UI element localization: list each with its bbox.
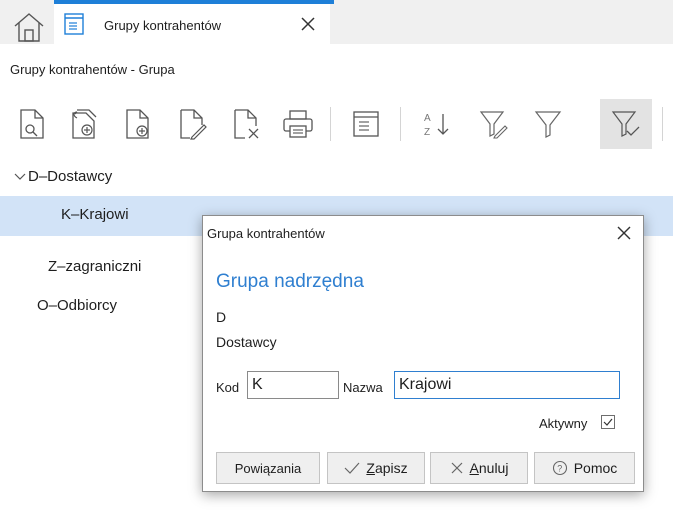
print-button[interactable]	[278, 99, 318, 149]
preview-button[interactable]	[12, 99, 52, 149]
filter-edit-icon	[479, 111, 508, 139]
save-button[interactable]: Zapisz	[327, 452, 425, 484]
home-icon	[14, 13, 44, 42]
filter-active-button[interactable]	[600, 99, 652, 149]
name-input[interactable]	[394, 371, 620, 399]
document-add-icon	[126, 109, 149, 139]
copy-button[interactable]	[64, 99, 104, 149]
printer-icon	[283, 110, 313, 138]
tab-grupy-kontrahentow[interactable]: Grupy kontrahentów	[54, 4, 330, 44]
dialog-close-button[interactable]	[613, 222, 635, 244]
cancel-mnemonic: A	[469, 460, 479, 476]
document-edit-icon	[180, 109, 207, 140]
chevron-down-icon	[14, 173, 26, 180]
add-button[interactable]	[118, 99, 158, 149]
tab-bar: Grupy kontrahentów	[0, 0, 673, 44]
page-subtitle: Grupy kontrahentów - Grupa	[10, 62, 175, 77]
tab-close-button[interactable]	[294, 10, 322, 38]
svg-text:Z: Z	[424, 127, 430, 138]
cancel-button[interactable]: Anuluj	[430, 452, 528, 484]
save-mnemonic: Z	[366, 460, 375, 476]
home-button[interactable]	[12, 10, 46, 44]
help-button-label: Pomoc	[573, 460, 618, 476]
dialog-title: Grupa kontrahentów	[207, 226, 325, 241]
document-list-icon	[64, 13, 84, 35]
filter-button[interactable]	[528, 99, 568, 149]
parent-group-name: Dostawcy	[216, 334, 277, 350]
tree-item-label: K–Krajowi	[61, 206, 129, 223]
toolbar: A Z	[0, 95, 673, 153]
svg-text:?: ?	[557, 464, 562, 474]
tab-label: Grupy kontrahentów	[104, 18, 222, 33]
filter-edit-button[interactable]	[474, 99, 514, 149]
tree-item-label: Z–zagraniczni	[48, 258, 142, 275]
cancel-label-rest: nuluj	[478, 460, 509, 476]
filter-icon	[534, 111, 562, 138]
tree-item-dostawcy[interactable]: D–Dostawcy	[0, 158, 673, 198]
tree-item-label: O–Odbiorcy	[37, 297, 118, 314]
edit-button[interactable]	[172, 99, 212, 149]
close-icon	[451, 462, 462, 474]
cancel-button-label: Anuluj	[470, 460, 509, 476]
active-checkbox[interactable]	[601, 415, 615, 429]
document-delete-icon	[234, 109, 259, 139]
active-tab-accent	[54, 0, 334, 4]
checkmark-icon	[344, 462, 360, 474]
sort-az-icon: A Z	[424, 113, 449, 138]
toolbar-separator	[400, 107, 401, 141]
name-label: Nazwa	[343, 380, 383, 395]
parent-group-heading: Grupa nadrzędna	[216, 271, 364, 292]
window-list-icon	[353, 111, 379, 137]
document-preview-icon	[20, 109, 44, 139]
active-label: Aktywny	[539, 416, 588, 431]
save-label-rest: apisz	[374, 460, 408, 476]
toolbar-separator	[330, 107, 331, 141]
sort-button[interactable]: A Z	[418, 99, 458, 149]
relations-button[interactable]: Powiązania	[216, 452, 320, 484]
close-icon	[617, 226, 631, 240]
help-button[interactable]: ? Pomoc	[534, 452, 635, 484]
close-icon	[301, 17, 315, 31]
parent-group-code: D	[216, 309, 227, 325]
document-copy-icon	[72, 109, 97, 139]
view-button[interactable]	[346, 99, 386, 149]
svg-text:A: A	[424, 113, 431, 124]
toolbar-separator	[662, 107, 663, 141]
delete-button[interactable]	[226, 99, 266, 149]
code-input[interactable]	[247, 371, 339, 399]
tree-item-label: D–Dostawcy	[28, 168, 113, 185]
group-dialog: Grupa kontrahentów Grupa nadrzędna D Dos…	[202, 215, 644, 492]
help-icon: ?	[552, 460, 567, 476]
code-label: Kod	[216, 380, 240, 395]
checkmark-icon	[603, 418, 613, 426]
relations-button-label: Powiązania	[234, 460, 302, 476]
save-button-label: Zapisz	[366, 460, 407, 476]
filter-check-icon	[611, 111, 640, 137]
